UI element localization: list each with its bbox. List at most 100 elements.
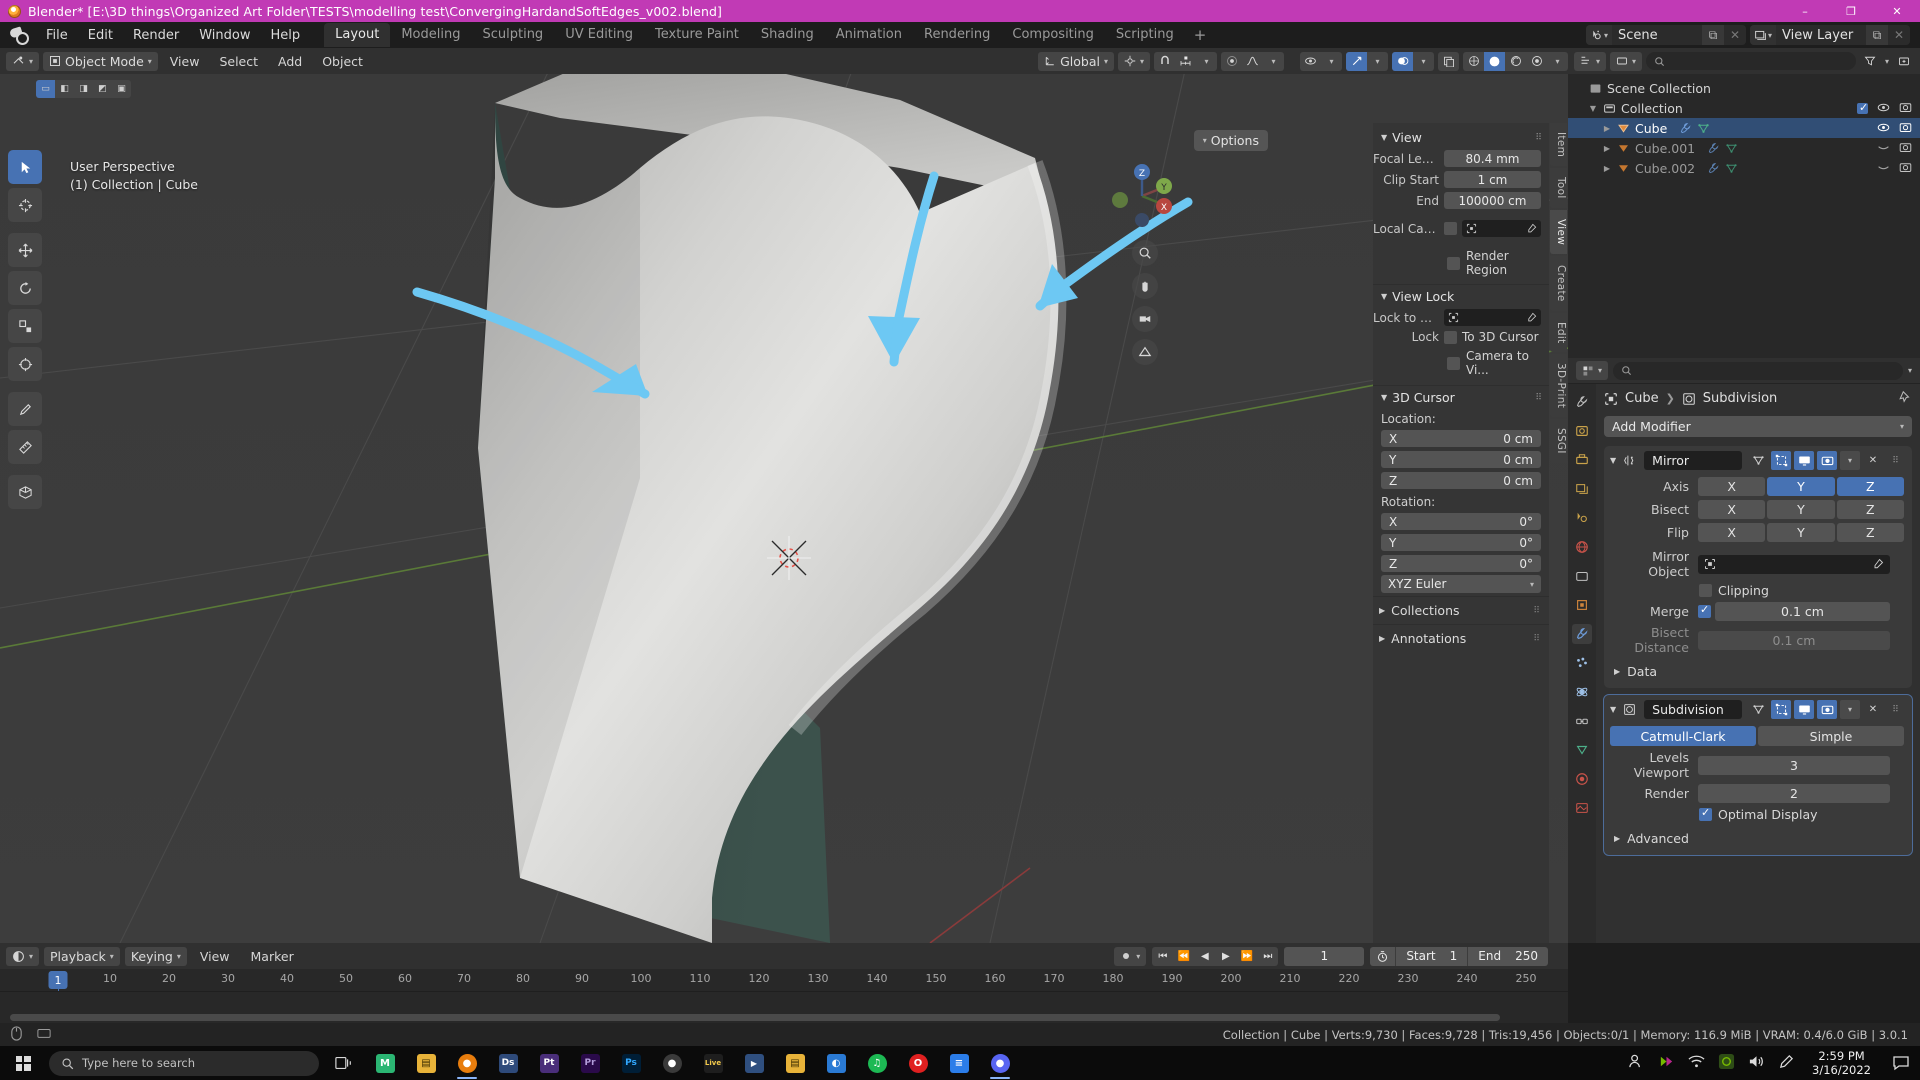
mirror-merge-checkbox[interactable] <box>1698 603 1711 618</box>
annotations-section-header[interactable]: ▶ Annotations ⠿ <box>1373 624 1549 652</box>
cube-camera-icon[interactable] <box>1899 121 1912 136</box>
tool-add-cube[interactable] <box>8 475 42 509</box>
timeline-scrollbar-thumb[interactable] <box>10 1014 1500 1021</box>
mirror-bisect-z[interactable]: Z <box>1836 500 1904 519</box>
view-layer-selector[interactable]: ▾ View Layer ⧉ ✕ <box>1750 25 1910 45</box>
tray-pen-icon[interactable] <box>1778 1053 1795 1073</box>
tray-wifi-icon[interactable] <box>1688 1054 1705 1072</box>
render-levels-value[interactable]: 2 <box>1698 784 1890 803</box>
use-preview-range-icon[interactable] <box>1370 946 1397 966</box>
mirror-show-on-cage-icon[interactable] <box>1748 451 1768 470</box>
breadcrumb-modifier-name[interactable]: Subdivision <box>1703 391 1778 406</box>
modifier-wrench-icon[interactable] <box>1679 122 1692 135</box>
jump-to-next-keyframe-button[interactable]: ⏩ <box>1236 947 1257 966</box>
properties-editor-type-button[interactable]: ▾ <box>1576 361 1609 380</box>
local-camera-object-field[interactable] <box>1462 220 1541 237</box>
cursor-rotation-x-field[interactable]: X 0° <box>1381 513 1541 530</box>
notification-center-icon[interactable] <box>1888 1046 1914 1080</box>
select-box-icon[interactable]: ▭ <box>36 80 55 98</box>
subdivision-render-display-icon[interactable] <box>1817 700 1837 719</box>
taskbar-app-paint[interactable]: ◐ <box>817 1046 855 1080</box>
select-intersect-icon[interactable]: ▣ <box>112 80 131 98</box>
cube-001-expand-arrow[interactable]: ▶ <box>1602 144 1612 153</box>
subdivision-extras-chevron-down-icon[interactable]: ▾ <box>1840 700 1860 719</box>
mirror-bisect-distance-value[interactable]: 0.1 cm <box>1698 630 1890 650</box>
subdivision-modifier-name[interactable]: Subdivision <box>1644 700 1742 719</box>
cube-001-eye-closed-icon[interactable] <box>1877 141 1890 156</box>
shading-chevron-down-icon[interactable]: ▾ <box>1547 52 1568 71</box>
material-preview-shading-icon[interactable] <box>1505 52 1526 71</box>
close-button[interactable]: ✕ <box>1874 0 1920 22</box>
mirror-bisect-x[interactable]: X <box>1698 500 1766 519</box>
tool-move[interactable] <box>8 233 42 267</box>
auto-keying-button[interactable]: ▾ <box>1114 946 1147 966</box>
workspace-tab-sculpting[interactable]: Sculpting <box>471 23 554 47</box>
clip-start-row[interactable]: Clip Start 1 cm <box>1373 170 1549 189</box>
local-camera-row[interactable]: Local Cam... <box>1373 219 1549 238</box>
tab-tool[interactable] <box>1572 392 1592 412</box>
cursor-rotation-y-row[interactable]: Y 0° <box>1373 533 1549 552</box>
start-frame-field[interactable]: Start 1 <box>1396 946 1469 966</box>
workspace-tab-compositing[interactable]: Compositing <box>1001 23 1105 47</box>
render-region-row[interactable]: Render Region <box>1373 247 1549 279</box>
subdivision-expand-chevron-down-icon[interactable]: ▼ <box>1610 705 1616 714</box>
mirror-extras-chevron-down-icon[interactable]: ▾ <box>1840 451 1860 470</box>
viewport-options-button[interactable]: ▾ Options <box>1193 130 1268 151</box>
local-camera-checkbox[interactable] <box>1444 222 1457 235</box>
npanel-tab-edit[interactable]: Edit <box>1550 312 1567 353</box>
outliner-row-scene-collection[interactable]: Scene Collection <box>1568 78 1920 98</box>
cursor-rotation-x-row[interactable]: X 0° <box>1373 512 1549 531</box>
tab-view-layer[interactable] <box>1572 479 1592 499</box>
taskbar-app-premiere[interactable]: Pr <box>571 1046 609 1080</box>
taskbar-search-input[interactable]: Type here to search <box>49 1050 319 1076</box>
new-view-layer-button[interactable]: ⧉ <box>1866 25 1888 45</box>
rotation-mode-dropdown[interactable]: XYZ Euler ▾ <box>1381 575 1541 593</box>
taskbar-app-live[interactable]: Live <box>694 1046 732 1080</box>
taskbar-app-folder[interactable]: ▤ <box>407 1046 445 1080</box>
menu-file[interactable]: File <box>36 25 78 46</box>
tab-physics[interactable] <box>1572 682 1592 702</box>
tool-annotate[interactable] <box>8 392 42 426</box>
taskbar-app-mega[interactable]: M <box>366 1046 404 1080</box>
timeline-ruler[interactable]: 1 10 20 30 40 50 60 70 80 90 100 110 120… <box>0 969 1568 1027</box>
tray-geforce-icon[interactable] <box>1718 1053 1735 1073</box>
lock-to-object-row[interactable]: Lock to Ob... <box>1373 308 1549 327</box>
lock-to-3d-cursor-checkbox[interactable] <box>1444 330 1457 344</box>
minimize-button[interactable]: – <box>1782 0 1828 22</box>
npanel-tab-item[interactable]: Item <box>1550 123 1567 167</box>
camera-to-view-row[interactable]: Camera to Vi... <box>1373 347 1549 379</box>
mirror-delete-button[interactable]: ✕ <box>1863 451 1883 470</box>
viewport-menu-view[interactable]: View <box>162 52 208 71</box>
taskbar-app-substance[interactable]: ● <box>653 1046 691 1080</box>
new-scene-button[interactable]: ⧉ <box>1702 25 1724 45</box>
focal-length-row[interactable]: Focal Lengt 80.4 mm <box>1373 149 1549 168</box>
cursor-location-x-row[interactable]: X 0 cm <box>1373 429 1549 448</box>
cursor-section-header[interactable]: ▼ 3D Cursor ⠿ <box>1373 385 1549 409</box>
falloff-chevron-down-icon[interactable]: ▾ <box>1263 52 1284 71</box>
cursor-rotation-y-field[interactable]: Y 0° <box>1381 534 1541 551</box>
solid-shading-icon[interactable] <box>1484 51 1505 71</box>
taskbar-app-discord[interactable]: ● <box>981 1046 1019 1080</box>
tab-world[interactable] <box>1572 537 1592 557</box>
tray-volume-icon[interactable] <box>1748 1054 1765 1072</box>
mirror-clipping-checkbox[interactable] <box>1699 584 1712 597</box>
taskbar-app-photo[interactable]: Pt <box>530 1046 568 1080</box>
zoom-icon[interactable] <box>1132 240 1158 266</box>
cursor-location-z-row[interactable]: Z 0 cm <box>1373 471 1549 490</box>
outliner-new-collection-icon[interactable] <box>1893 52 1914 71</box>
cursor-location-y-field[interactable]: Y 0 cm <box>1381 451 1541 468</box>
tool-cursor[interactable] <box>8 188 42 222</box>
proportional-editing-icon[interactable] <box>1221 52 1242 71</box>
annotations-drag-handle[interactable]: ⠿ <box>1533 634 1541 644</box>
outliner-editor-type-button[interactable]: ▾ <box>1574 51 1607 71</box>
subdivision-show-on-cage-icon[interactable] <box>1748 700 1768 719</box>
start-button[interactable] <box>0 1046 46 1080</box>
taskbar-app-video[interactable]: ▶ <box>735 1046 773 1080</box>
menu-edit[interactable]: Edit <box>78 25 123 46</box>
mesh-data-icon[interactable] <box>1697 122 1710 135</box>
cube-eye-icon[interactable] <box>1877 121 1890 136</box>
scene-selector[interactable]: ▾ Scene ⧉ ✕ <box>1586 25 1746 45</box>
properties-search-input[interactable] <box>1613 361 1903 380</box>
mirror-expand-chevron-down-icon[interactable]: ▼ <box>1610 456 1616 465</box>
mesh-data-icon[interactable] <box>1725 162 1738 175</box>
